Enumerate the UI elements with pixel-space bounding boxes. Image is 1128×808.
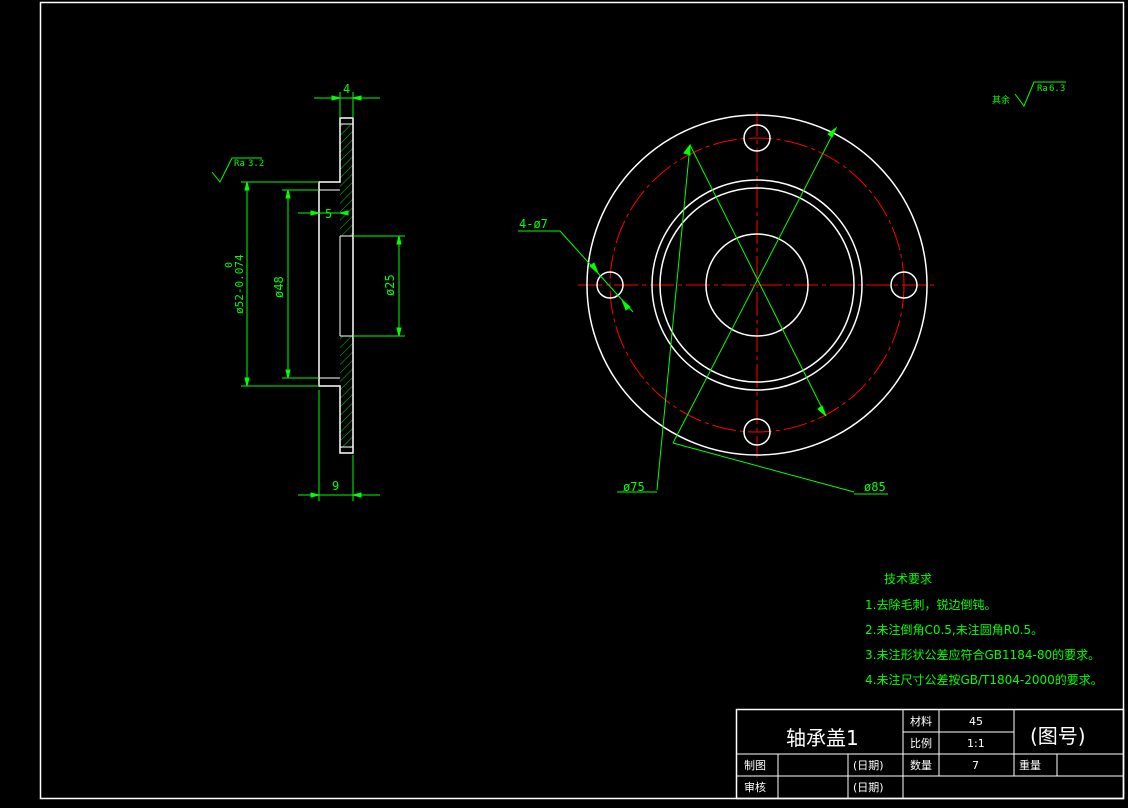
checked-by-label: 审核 bbox=[744, 780, 766, 794]
dim-holes: 4-ø7 bbox=[519, 217, 548, 231]
requirement-item: 4.未注尺寸公差按GB/T1804-2000的要求。 bbox=[865, 672, 1103, 687]
date-label: (日期) bbox=[853, 781, 884, 794]
dim-width-top: 4 bbox=[343, 82, 350, 96]
part-name: 轴承盖1 bbox=[786, 726, 859, 750]
roughness-label-general: Ra bbox=[1037, 84, 1048, 94]
requirement-item: 1.去除毛刺，锐边倒钝。 bbox=[865, 597, 996, 612]
title-block: 轴承盖1 材料 45 比例 1:1 (图号) 制图 (日期) 数量 7 重量 审… bbox=[735, 708, 1125, 800]
drawn-by-label: 制图 bbox=[744, 759, 766, 772]
cad-drawing: 4 9 5 ø52-0.074 0 ø48 ø25 Ra 3.2 ø75 ø85… bbox=[39, 1, 1125, 800]
material-label: 材料 bbox=[910, 714, 932, 728]
drawing-number: (图号) bbox=[1030, 724, 1086, 748]
roughness-value-general: 6.3 bbox=[1049, 84, 1065, 94]
requirement-item: 2.未注倒角C0.5,未注圆角R0.5。 bbox=[865, 622, 1043, 637]
technical-requirements: 技术要求 1.去除毛刺，锐边倒钝。 2.未注倒角C0.5,未注圆角R0.5。 3… bbox=[865, 572, 1103, 687]
weight-label: 重量 bbox=[1019, 758, 1041, 772]
quantity-value: 7 bbox=[972, 759, 979, 772]
roughness-value-side: 3.2 bbox=[248, 159, 264, 169]
dim-dia-85: ø85 bbox=[864, 480, 886, 494]
scale-label: 比例 bbox=[910, 736, 932, 750]
dim-dia-52-upper: 0 bbox=[224, 262, 235, 268]
scale-value: 1:1 bbox=[967, 737, 985, 750]
roughness-label-side: Ra bbox=[234, 159, 245, 169]
requirement-item: 3.未注形状公差应符合GB1184-80的要求。 bbox=[865, 647, 1100, 662]
roughness-prefix-general: 其余 bbox=[992, 94, 1010, 106]
quantity-label: 数量 bbox=[910, 759, 932, 772]
date-label: (日期) bbox=[853, 759, 884, 772]
dim-dia-48: ø48 bbox=[272, 276, 286, 298]
dim-width-bottom: 9 bbox=[332, 479, 339, 493]
requirements-heading: 技术要求 bbox=[884, 572, 932, 586]
front-view: ø75 ø85 4-ø7 bbox=[518, 112, 936, 495]
material-value: 45 bbox=[969, 715, 983, 728]
dim-step: 5 bbox=[325, 207, 332, 221]
dim-dia-25: ø25 bbox=[383, 274, 397, 296]
side-view: 4 9 5 ø52-0.074 0 ø48 ø25 Ra 3.2 bbox=[211, 82, 405, 501]
dim-dia-75: ø75 bbox=[623, 480, 645, 494]
